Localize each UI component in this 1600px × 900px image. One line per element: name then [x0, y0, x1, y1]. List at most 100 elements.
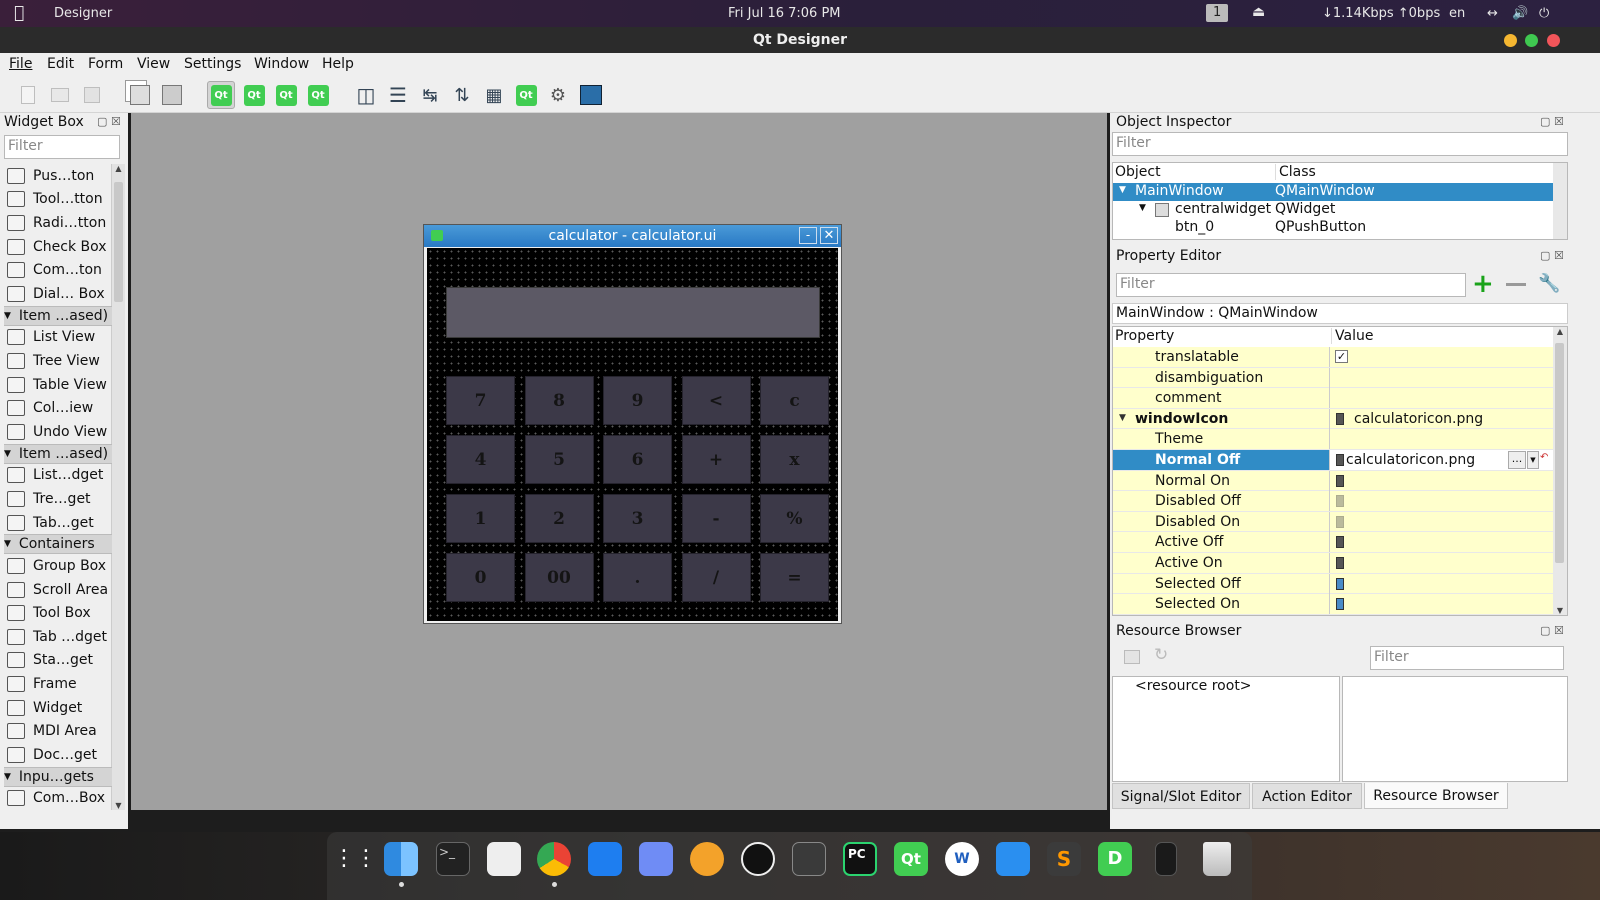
adjust-size-icon[interactable] — [577, 81, 605, 109]
widget-item[interactable]: Group Box — [4, 554, 112, 578]
object-row-centralwidget[interactable]: ▼ centralwidget QWidget — [1113, 201, 1553, 219]
sublime-icon[interactable]: S — [1047, 842, 1081, 876]
layout-vertical-icon[interactable]: ☰ — [384, 81, 412, 109]
widget-item[interactable]: Table View — [4, 373, 112, 397]
property-row[interactable]: Active Off — [1113, 532, 1553, 553]
menu-window[interactable]: Window — [254, 56, 309, 72]
calc-key[interactable]: = — [760, 553, 829, 602]
property-table[interactable]: Property Value ▲ ▼ translatable ✓ disambig… — [1112, 326, 1568, 616]
object-tree[interactable]: Object Class ▼ MainWindow QMainWindow ▼ … — [1112, 162, 1568, 240]
expand-arrow-icon[interactable]: ▼ — [1139, 203, 1146, 213]
expand-arrow-icon[interactable]: ▼ — [1119, 185, 1126, 195]
calc-key[interactable]: 9 — [603, 376, 672, 425]
property-value[interactable] — [1329, 532, 1553, 553]
checkbox-icon[interactable]: ✓ — [1335, 350, 1348, 363]
property-value[interactable] — [1329, 573, 1553, 594]
widget-item[interactable]: Dial… Box — [4, 282, 112, 306]
object-row-btn0[interactable]: btn_0 QPushButton — [1113, 219, 1553, 237]
widget-item[interactable]: Tab…get — [4, 511, 112, 535]
property-row[interactable]: Normal On — [1113, 470, 1553, 492]
menu-view[interactable]: View — [137, 56, 170, 72]
resource-tree[interactable]: <resource root> — [1112, 676, 1340, 782]
screenshot-icon[interactable] — [792, 842, 826, 876]
resource-browser-close-icon[interactable]: ☒ — [1554, 624, 1564, 637]
property-value[interactable] — [1329, 553, 1553, 573]
col-property[interactable]: Property — [1115, 328, 1175, 344]
collapse-arrow-icon[interactable]: ▼ — [4, 772, 11, 782]
calc-key[interactable]: < — [681, 376, 751, 425]
widget-item[interactable]: Tool…tton — [4, 188, 112, 212]
property-value[interactable] — [1329, 511, 1553, 532]
calc-key[interactable]: . — [603, 553, 672, 602]
property-value[interactable]: calculatoricon.png — [1329, 408, 1553, 429]
edit-resources-icon[interactable] — [1124, 650, 1140, 664]
widget-box-scrollbar[interactable]: ▲ ▼ — [111, 164, 125, 810]
app-store-icon[interactable] — [588, 842, 622, 876]
edit-signals-slots-icon[interactable]: Qt — [240, 81, 268, 109]
layout-grid-icon[interactable]: ▦ — [480, 81, 508, 109]
tab-signal-slot-editor[interactable]: Signal/Slot Editor — [1112, 783, 1250, 809]
property-value[interactable] — [1329, 367, 1553, 388]
add-property-icon[interactable]: + — [1472, 271, 1494, 297]
collapse-arrow-icon[interactable]: ▼ — [4, 539, 11, 549]
resource-filter[interactable]: Filter — [1370, 646, 1564, 670]
menu-settings[interactable]: Settings — [184, 56, 241, 72]
tab-resource-browser[interactable]: Resource Browser — [1364, 783, 1508, 809]
col-class[interactable]: Class — [1275, 164, 1316, 180]
property-value[interactable] — [1329, 594, 1553, 615]
menu-form[interactable]: Form — [88, 56, 123, 72]
workspace-indicator[interactable]: 1 — [1206, 4, 1229, 22]
calc-key[interactable]: + — [681, 435, 751, 484]
property-row[interactable]: Selected On — [1113, 594, 1553, 615]
pycharm-icon[interactable]: PC — [843, 842, 877, 876]
active-app-name[interactable]: Designer — [54, 6, 112, 21]
volume-icon[interactable]: 🔊 — [1512, 6, 1528, 21]
qt-creator-icon[interactable]: Qt — [894, 842, 928, 876]
widget-item[interactable]: Sta…get — [4, 649, 112, 673]
edit-buddies-icon[interactable]: Qt — [272, 81, 300, 109]
collapse-arrow-icon[interactable]: ▼ — [4, 311, 11, 321]
property-row[interactable]: Theme — [1113, 429, 1553, 450]
calc-key[interactable]: 6 — [603, 435, 672, 484]
calc-key[interactable]: 3 — [603, 494, 672, 543]
save-icon[interactable] — [78, 81, 106, 109]
trash-icon[interactable] — [1203, 842, 1231, 876]
calc-key[interactable]: 5 — [524, 435, 594, 484]
widget-item[interactable]: Undo View — [4, 420, 112, 444]
calculator-display[interactable] — [446, 287, 820, 338]
widget-item[interactable]: Com…ton — [4, 258, 112, 282]
new-file-icon[interactable] — [14, 81, 42, 109]
edit-widgets-icon[interactable]: Qt — [207, 81, 235, 109]
layout-horizontal-icon[interactable]: ◫ — [352, 81, 380, 109]
widget-category[interactable]: ▼ Inpu…gets — [4, 766, 112, 787]
widget-box-filter[interactable]: Filter — [4, 135, 120, 159]
edit-tab-order-icon[interactable]: Qt — [304, 81, 332, 109]
menu-edit[interactable]: Edit — [47, 56, 74, 72]
property-row[interactable]: ▼ windowIcon calculatoricon.png — [1113, 408, 1553, 430]
vlc-icon[interactable] — [690, 842, 724, 876]
finder-icon[interactable] — [384, 842, 418, 876]
form-title-bar[interactable]: calculator - calculator.ui - ✕ — [424, 225, 841, 247]
property-row[interactable]: Active On — [1113, 553, 1553, 574]
widget-category[interactable]: ▼ Item …ased) — [4, 305, 112, 326]
widget-box-close-icon[interactable]: ☒ — [111, 115, 121, 128]
calculator-central-widget[interactable]: 7 8 9 < c 4 5 6 + x 1 2 3-% 0 00. / = — [427, 248, 838, 621]
qt-designer-icon[interactable]: D — [1098, 842, 1132, 876]
xcode-icon[interactable] — [996, 842, 1030, 876]
widget-item[interactable]: Frame — [4, 672, 112, 696]
calc-key[interactable]: 4 — [446, 435, 515, 484]
power-icon[interactable]: ⏻ — [1539, 6, 1549, 21]
layout-form-icon[interactable]: Qt — [512, 81, 540, 109]
reset-property-icon[interactable]: ↶ — [1540, 452, 1548, 463]
close-button[interactable] — [1547, 34, 1560, 47]
calc-key[interactable]: 1 — [446, 494, 515, 543]
word-app-icon[interactable]: W — [945, 842, 979, 876]
widget-item[interactable]: Radi…tton — [4, 211, 112, 235]
property-editor-float-icon[interactable]: ▢ — [1540, 249, 1550, 262]
property-row[interactable]: Normal Off calculatoricon.png... ▼ ↶ — [1113, 450, 1553, 471]
property-row[interactable]: disambiguation — [1113, 367, 1553, 389]
remove-property-icon[interactable] — [1506, 283, 1526, 286]
widget-item[interactable]: List…dget — [4, 464, 112, 488]
calc-key[interactable]: - — [681, 494, 751, 543]
maximize-button[interactable] — [1525, 34, 1538, 47]
